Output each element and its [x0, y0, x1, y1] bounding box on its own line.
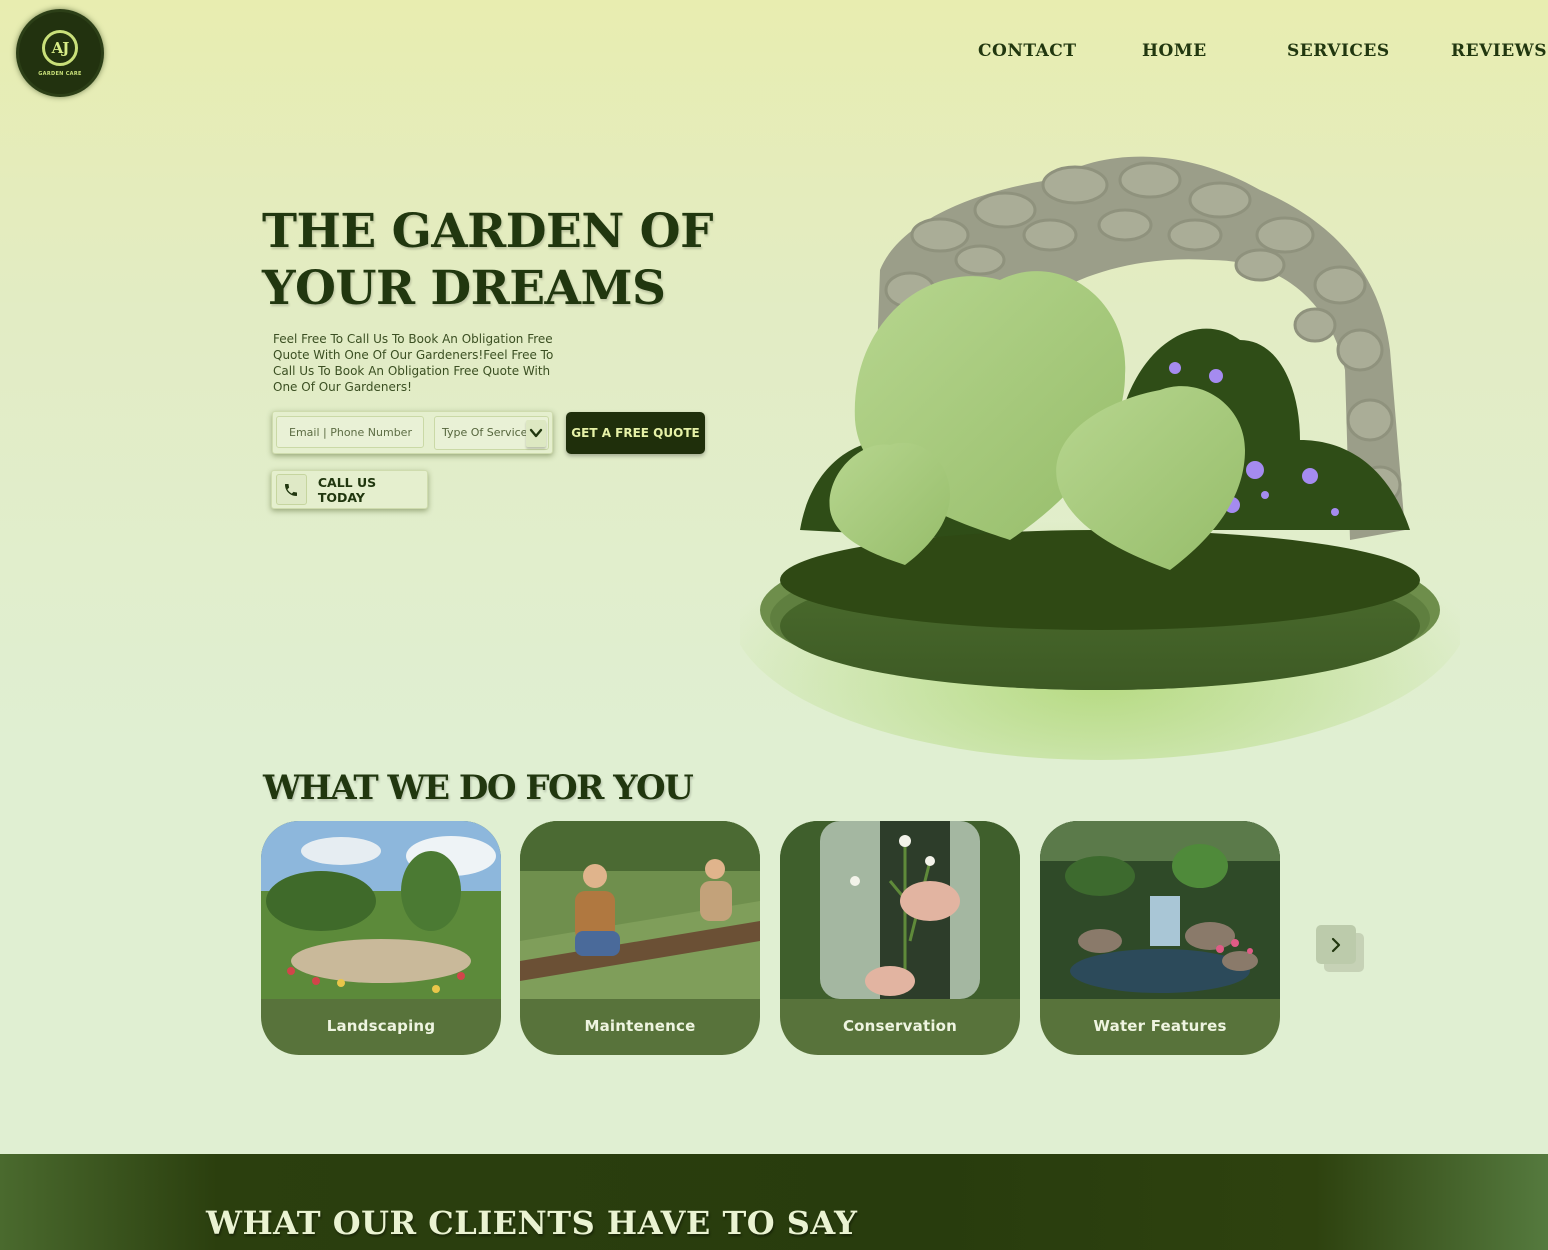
hero-title-line-2: YOUR DREAMS [262, 261, 666, 316]
service-label: Landscaping [326, 1017, 436, 1035]
logo-monogram: AJ [42, 29, 78, 66]
logo[interactable]: AJ GARDEN CARE [19, 12, 101, 94]
service-card-landscaping[interactable]: Landscaping [261, 821, 501, 1055]
logo-caption: GARDEN CARE [38, 70, 82, 77]
maintenence-image [520, 821, 760, 999]
service-type-value: Type Of Service [442, 426, 528, 439]
call-us-button[interactable]: CALL US TODAY [271, 470, 428, 509]
hero-title-line-1: THE GARDEN OF [262, 204, 713, 259]
service-type-select[interactable]: Type Of Service [434, 416, 549, 450]
nav-services[interactable]: SERVICES [1287, 41, 1390, 61]
contact-input[interactable] [276, 416, 424, 448]
nav-home[interactable]: HOME [1142, 41, 1207, 61]
chevron-right-icon [1331, 937, 1341, 952]
service-card-conservation[interactable]: Conservation [780, 821, 1020, 1055]
garden-illustration [740, 156, 1460, 760]
nav-reviews[interactable]: REVIEWS [1451, 41, 1547, 61]
call-us-label: CALL US TODAY [317, 474, 377, 505]
landscaping-image [261, 821, 501, 999]
carousel-next-button[interactable] [1316, 925, 1356, 964]
services-title: WHAT WE DO FOR YOU [263, 768, 694, 808]
chevron-down-icon[interactable] [526, 420, 546, 447]
service-card-water-features[interactable]: Water Features [1040, 821, 1280, 1055]
service-label: Maintenence [584, 1017, 696, 1035]
service-card-maintenence[interactable]: Maintenence [520, 821, 760, 1055]
hero-description: Feel Free To Call Us To Book An Obligati… [273, 332, 554, 394]
hero-title: THE GARDEN OF YOUR DREAMS [262, 203, 782, 317]
testimonials-section: WHAT OUR CLIENTS HAVE TO SAY [0, 1154, 1548, 1250]
testimonials-title: WHAT OUR CLIENTS HAVE TO SAY [206, 1204, 858, 1242]
service-label: Conservation [842, 1017, 958, 1035]
service-label: Water Features [1093, 1017, 1227, 1035]
phone-icon [276, 474, 307, 505]
get-free-quote-button[interactable]: GET A FREE QUOTE [566, 412, 705, 454]
nav-contact[interactable]: CONTACT [978, 41, 1076, 61]
conservation-image [780, 821, 1020, 999]
water-features-image [1040, 821, 1280, 999]
